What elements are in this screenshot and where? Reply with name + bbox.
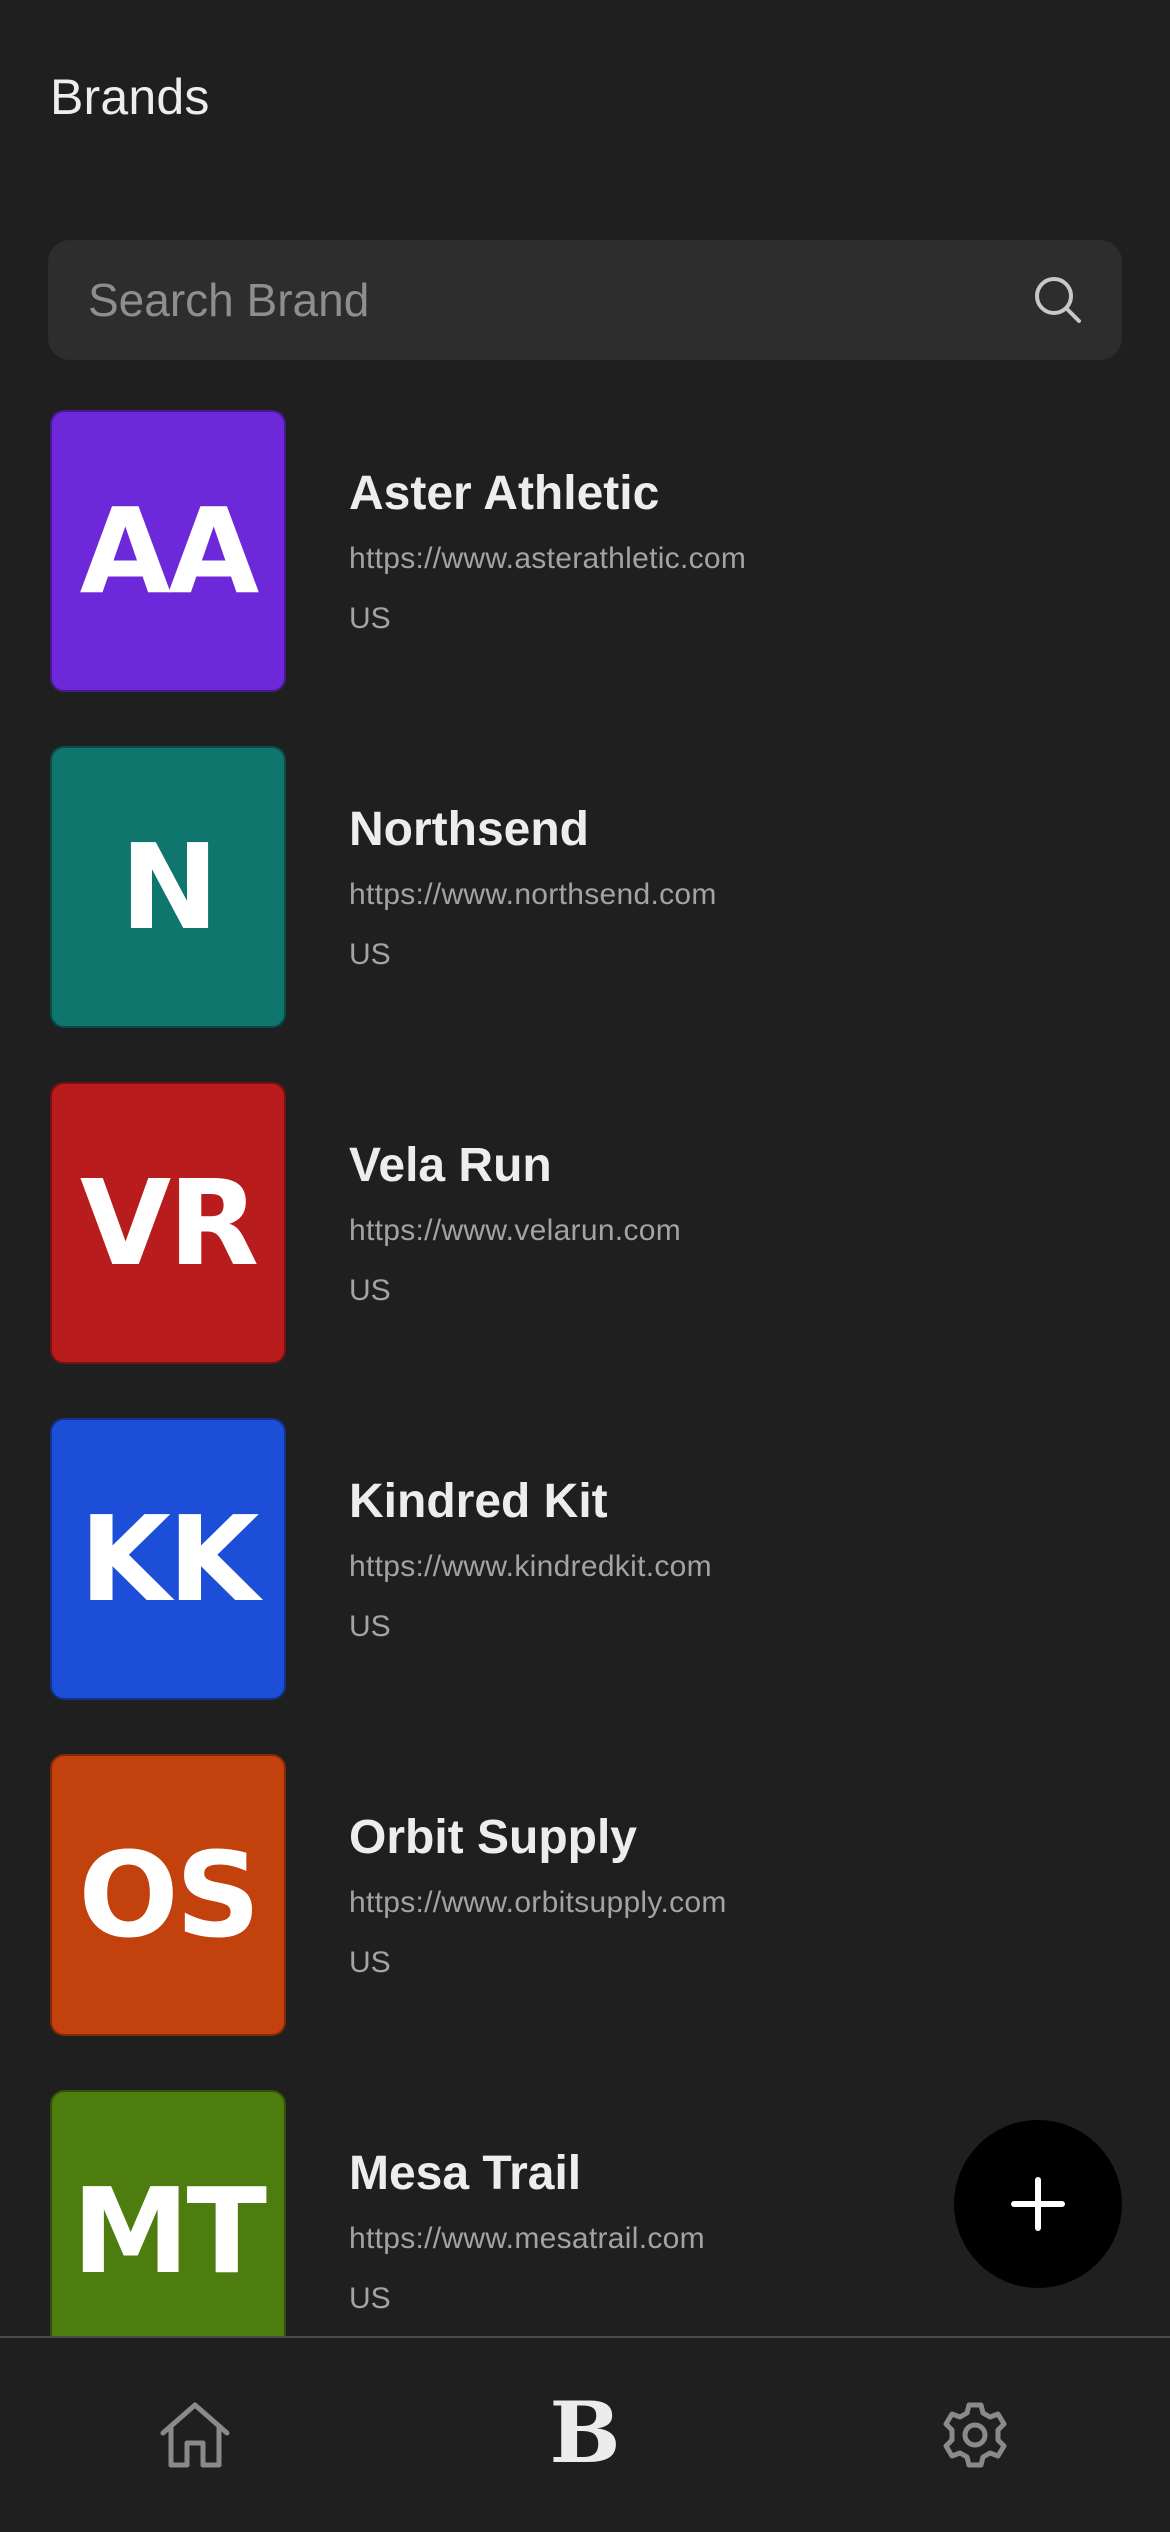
nav-home[interactable] bbox=[95, 2338, 295, 2532]
brand-logo-initials: MT bbox=[72, 2162, 267, 2300]
brand-item[interactable]: OS Orbit Supply https://www.orbitsupply.… bbox=[0, 1754, 1170, 2038]
bottom-nav: B bbox=[0, 2336, 1170, 2532]
brand-logo: N bbox=[50, 746, 286, 1028]
brand-logo-initials: VR bbox=[79, 1154, 259, 1292]
brand-country: US bbox=[349, 1610, 391, 1643]
gear-icon bbox=[943, 2402, 1007, 2468]
brand-list: AA Aster Athletic https://www.asterathle… bbox=[0, 410, 1170, 2336]
brand-country: US bbox=[349, 602, 391, 635]
brand-name: Orbit Supply bbox=[349, 1811, 637, 1864]
brand-item[interactable]: AA Aster Athletic https://www.asterathle… bbox=[0, 410, 1170, 694]
brand-url: https://www.northsend.com bbox=[349, 878, 717, 911]
brand-url: https://www.kindredkit.com bbox=[349, 1550, 712, 1583]
search-bar[interactable] bbox=[48, 240, 1122, 360]
brand-logo: VR bbox=[50, 1082, 286, 1364]
nav-brands[interactable]: B bbox=[485, 2338, 685, 2532]
home-icon bbox=[160, 2402, 230, 2468]
search-icon[interactable] bbox=[1032, 274, 1084, 326]
brand-logo: MT bbox=[50, 2090, 286, 2336]
brand-country: US bbox=[349, 1946, 391, 1979]
brand-country: US bbox=[349, 938, 391, 971]
brand-logo-initials: KK bbox=[79, 1490, 260, 1628]
brand-item[interactable]: VR Vela Run https://www.velarun.com US bbox=[0, 1082, 1170, 1366]
brand-logo-initials: N bbox=[120, 818, 219, 956]
brand-country: US bbox=[349, 1274, 391, 1307]
search-input[interactable] bbox=[88, 240, 1008, 360]
brand-url: https://www.orbitsupply.com bbox=[349, 1886, 727, 1919]
brand-logo: AA bbox=[50, 410, 286, 692]
brand-url: https://www.velarun.com bbox=[349, 1214, 682, 1247]
brand-item[interactable]: KK Kindred Kit https://www.kindredkit.co… bbox=[0, 1418, 1170, 1702]
nav-settings[interactable] bbox=[875, 2338, 1075, 2532]
brand-name: Vela Run bbox=[349, 1139, 552, 1192]
brand-url: https://www.asterathletic.com bbox=[349, 542, 747, 575]
page-title: Brands bbox=[50, 69, 210, 125]
brands-nav-label: B bbox=[549, 2382, 621, 2482]
add-brand-button[interactable] bbox=[954, 2120, 1122, 2288]
brand-name: Aster Athletic bbox=[349, 467, 660, 520]
brand-logo-initials: AA bbox=[79, 482, 260, 620]
brand-url: https://www.mesatrail.com bbox=[349, 2222, 705, 2255]
plus-icon bbox=[1011, 2177, 1065, 2231]
brand-logo: KK bbox=[50, 1418, 286, 1700]
brand-logo: OS bbox=[50, 1754, 286, 2036]
brand-name: Kindred Kit bbox=[349, 1475, 608, 1528]
brand-name: Northsend bbox=[349, 803, 589, 856]
brand-item[interactable]: N Northsend https://www.northsend.com US bbox=[0, 746, 1170, 1030]
brand-country: US bbox=[349, 2282, 391, 2315]
brand-name: Mesa Trail bbox=[349, 2147, 582, 2200]
brand-logo-initials: OS bbox=[78, 1826, 260, 1964]
